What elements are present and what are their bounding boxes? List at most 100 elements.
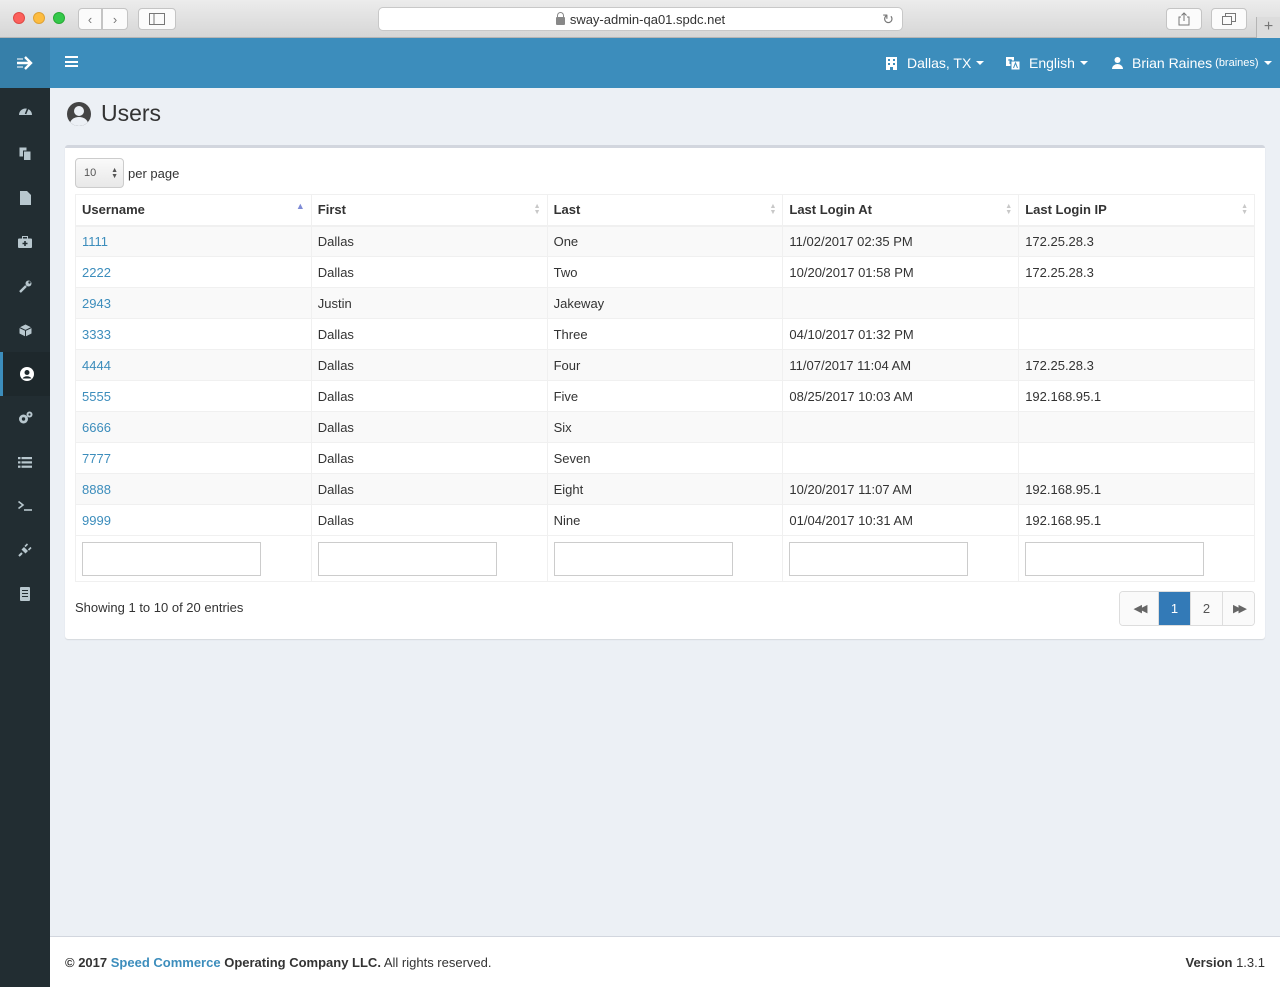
column-header-first[interactable]: First ▲ ▼ [310, 194, 548, 227]
cell-last: Jakeway [546, 287, 784, 319]
forward-button[interactable]: › [102, 8, 128, 30]
column-header-last-login-at[interactable]: Last Login At ▲ ▼ [782, 194, 1020, 227]
location-dropdown[interactable]: Dallas, TX [886, 38, 985, 88]
company-link[interactable]: Speed Commerce [111, 955, 221, 970]
sidebar-toggle-button[interactable] [138, 8, 176, 30]
logo[interactable] [0, 38, 50, 88]
cell-last: Nine [546, 504, 784, 536]
cell-first: Dallas [310, 473, 548, 505]
cell-last: One [546, 225, 784, 257]
language-label: English [1029, 55, 1075, 71]
language-icon [1006, 56, 1020, 70]
sidebar-item-server[interactable] [0, 572, 50, 616]
sidebar-item-wrench[interactable] [0, 264, 50, 308]
per-page-select[interactable]: 10 ▲ ▼ [75, 158, 124, 188]
table-row: 1111 Dallas One 11/02/2017 02:35 PM 172.25.2… [75, 225, 1255, 257]
cell-last: Three [546, 318, 784, 350]
caret-down-icon [1263, 61, 1272, 65]
building-icon [886, 56, 897, 70]
cell-last-login-at: 10/20/2017 01:58 PM [782, 256, 1020, 288]
cell-username: 6666 [75, 411, 312, 443]
cell-first: Dallas [310, 411, 548, 443]
cube-icon [18, 324, 32, 336]
cell-first: Dallas [310, 504, 548, 536]
back-button[interactable]: ‹ [78, 8, 102, 30]
language-dropdown[interactable]: English [1006, 38, 1088, 88]
user-icon [1112, 57, 1123, 69]
cell-last-login-at: 11/02/2017 02:35 PM [782, 225, 1020, 257]
username-link[interactable]: 1111 [82, 234, 108, 249]
share-button[interactable] [1166, 8, 1202, 30]
sidebar-item-users[interactable] [0, 352, 50, 396]
username-link[interactable]: 4444 [82, 358, 111, 373]
sidebar-item-list[interactable] [0, 440, 50, 484]
sidebar-item-dashboard[interactable] [0, 88, 50, 132]
cell-first: Dallas [310, 225, 548, 257]
cell-username: 5555 [75, 380, 312, 412]
cell-last: Two [546, 256, 784, 288]
cell-last-login-ip [1018, 287, 1255, 319]
chevron-left-icon: ‹ [87, 11, 93, 27]
column-header-last[interactable]: Last ▲ ▼ [546, 194, 784, 227]
filter-last-login-at-input[interactable] [789, 541, 969, 576]
table-row: 2943 Justin Jakeway [75, 287, 1255, 319]
sidebar-icon [149, 13, 165, 25]
per-page-value: 10 [84, 167, 97, 179]
username-link[interactable]: 9999 [82, 513, 111, 528]
sidebar-item-plugins[interactable] [0, 528, 50, 572]
user-circle-icon [19, 367, 34, 381]
sidebar-item-terminal[interactable] [0, 484, 50, 528]
reload-icon[interactable]: ↻ [882, 11, 894, 28]
column-header-username[interactable]: Username ▲ [75, 194, 312, 227]
sidebar-item-copy[interactable] [0, 132, 50, 176]
sidebar-item-cube[interactable] [0, 308, 50, 352]
cell-username: 9999 [75, 504, 312, 536]
filter-username-input[interactable] [82, 541, 261, 576]
username-link[interactable]: 8888 [82, 482, 111, 497]
sort-icon: ▲ ▼ [769, 203, 777, 216]
cell-username: 2222 [75, 256, 312, 288]
page-button-1[interactable]: 1 [1158, 592, 1190, 625]
username-link[interactable]: 7777 [82, 451, 111, 466]
location-label: Dallas, TX [907, 55, 972, 71]
cell-last: Six [546, 411, 784, 443]
cell-last-login-ip: 192.168.95.1 [1018, 380, 1255, 412]
filter-first-input[interactable] [317, 541, 497, 576]
menu-toggle-icon[interactable] [65, 56, 78, 67]
username-link[interactable]: 3333 [82, 327, 111, 342]
sidebar-item-settings[interactable] [0, 396, 50, 440]
cell-last-login-at: 08/25/2017 10:03 AM [782, 380, 1020, 412]
tabs-overview-button[interactable] [1211, 8, 1247, 30]
username-link[interactable]: 2943 [82, 296, 111, 311]
page-button-2[interactable]: 2 [1190, 592, 1222, 625]
cell-last-login-at: 10/20/2017 11:07 AM [782, 473, 1020, 505]
cell-last-login-ip [1018, 442, 1255, 474]
cell-username: 1111 [75, 225, 312, 257]
sort-icon: ▲ ▼ [533, 203, 541, 216]
table-row: 5555 Dallas Five 08/25/2017 10:03 AM 192.168… [75, 380, 1255, 412]
filter-last-input[interactable] [553, 541, 733, 576]
cell-first: Dallas [310, 380, 548, 412]
close-window-button[interactable] [13, 12, 25, 24]
sidebar-item-file[interactable] [0, 176, 50, 220]
column-header-last-login-ip[interactable]: Last Login IP ▲ ▼ [1018, 194, 1255, 227]
new-tab-button[interactable]: + [1256, 17, 1280, 38]
zoom-window-button[interactable] [53, 12, 65, 24]
wrench-icon [18, 280, 31, 293]
user-menu-dropdown[interactable]: Brian Raines (braines) [1112, 38, 1272, 88]
filter-last-login-ip-input[interactable] [1025, 541, 1205, 576]
last-page-button[interactable]: ▶▶ [1222, 592, 1254, 625]
username-link[interactable]: 2222 [82, 265, 111, 280]
footer: © 2017 Speed Commerce Operating Company … [50, 936, 1280, 987]
minimize-window-button[interactable] [33, 12, 45, 24]
address-bar[interactable]: sway-admin-qa01.spdc.net ↻ [378, 7, 903, 31]
cell-first: Dallas [310, 442, 548, 474]
cell-last-login-ip [1018, 411, 1255, 443]
user-login: (braines) [1215, 57, 1259, 69]
caret-down-icon [976, 61, 985, 65]
username-link[interactable]: 5555 [82, 389, 111, 404]
sidebar-item-medkit[interactable] [0, 220, 50, 264]
first-page-button[interactable]: ◀◀ [1120, 592, 1158, 625]
browser-chrome: ‹ › sway-admin-qa01.spdc.net ↻ + [0, 0, 1280, 38]
username-link[interactable]: 6666 [82, 420, 111, 435]
